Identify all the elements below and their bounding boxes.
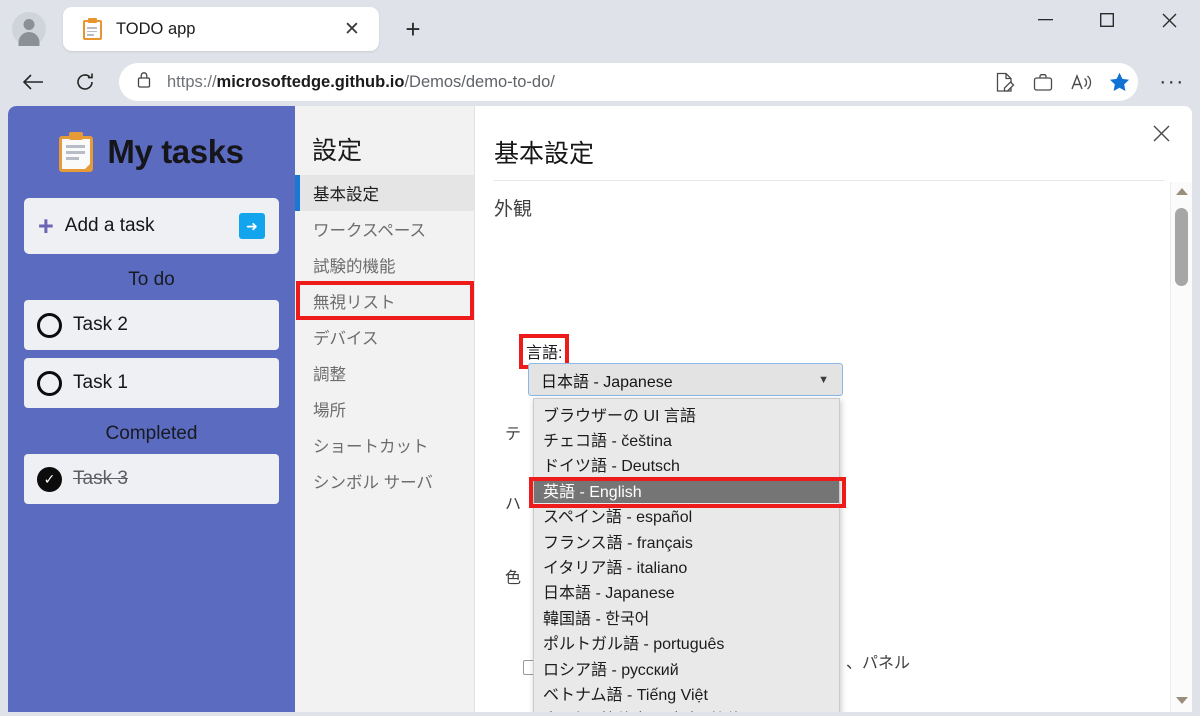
dropdown-option[interactable]: ドイツ語 - Deutsch	[534, 452, 839, 477]
todo-section-label: To do	[128, 269, 175, 290]
obscured-color-label: 色	[505, 570, 522, 587]
url-text: https://microsoftedge.github.io/Demos/de…	[167, 73, 986, 92]
sidebar-item-shortcuts[interactable]: ショートカット	[295, 427, 474, 463]
sidebar-item-throttling[interactable]: 調整	[295, 355, 474, 391]
sidebar-item-devices[interactable]: デバイス	[295, 319, 474, 355]
address-bar[interactable]: https://microsoftedge.github.io/Demos/de…	[119, 63, 1138, 101]
scroll-up-arrow-icon[interactable]	[1176, 188, 1188, 195]
task-checkbox[interactable]	[37, 312, 62, 338]
back-icon[interactable]	[14, 63, 52, 101]
maximize-icon[interactable]	[1076, 0, 1138, 40]
url-host: microsoftedge.github.io	[216, 72, 405, 91]
url-path: /Demos/demo-to-do/	[404, 72, 555, 91]
page-title: My tasks	[107, 133, 244, 170]
scrollbar-thumb[interactable]	[1175, 208, 1188, 286]
list-item[interactable]: ✓ Task 3	[24, 454, 279, 504]
more-options-icon[interactable]: ···	[1152, 63, 1192, 101]
language-select-value: 日本語 - Japanese	[541, 373, 673, 391]
dropdown-option[interactable]: ブラウザーの UI 言語	[534, 401, 839, 426]
browser-toolbar: https://microsoftedge.github.io/Demos/de…	[0, 58, 1200, 106]
language-select[interactable]: 日本語 - Japanese ▼	[528, 363, 843, 396]
lock-icon	[137, 71, 151, 93]
scroll-down-arrow-icon[interactable]	[1176, 697, 1188, 704]
browser-tab[interactable]: TODO app ✕	[63, 7, 379, 51]
browser-window: TODO app ✕ + https://microsoftedge.githu…	[0, 0, 1200, 716]
todo-header: My tasks	[8, 106, 295, 172]
add-task-label: Add a task	[64, 215, 155, 236]
clipboard-icon	[83, 18, 102, 40]
dropdown-option[interactable]: ロシア語 - русский	[534, 655, 839, 680]
reload-icon[interactable]	[66, 63, 104, 101]
window-close-icon[interactable]	[1138, 0, 1200, 40]
sidebar-item-locations[interactable]: 場所	[295, 391, 474, 427]
browser-essentials-icon[interactable]	[1024, 65, 1062, 99]
task-label: Task 1	[73, 372, 128, 393]
todo-app-panel: My tasks + Add a task ➜ To do Task 2 Tas…	[8, 106, 295, 712]
sidebar-item-symbol-server[interactable]: シンボル サーバ	[295, 463, 474, 499]
page-title: 基本設定	[494, 140, 595, 168]
dropdown-option[interactable]: 韓国語 - 한국어	[534, 604, 839, 629]
dropdown-option[interactable]: ベトナム語 - Tiếng Việt	[534, 680, 839, 705]
task-label: Task 3	[73, 468, 128, 489]
sidebar-item-basic-settings[interactable]: 基本設定	[295, 175, 474, 211]
language-dropdown-list[interactable]: ブラウザーの UI 言語 チェコ語 - čeština ドイツ語 - Deuts…	[533, 398, 840, 712]
dropdown-option[interactable]: スペイン語 - español	[534, 503, 839, 528]
favorites-star-icon[interactable]	[1100, 65, 1138, 99]
minimize-icon[interactable]	[1014, 0, 1076, 40]
todo-section-label: Completed	[105, 423, 198, 444]
sidebar-item-experiments[interactable]: 試験的機能	[295, 247, 474, 283]
obscured-panel-text: 、パネル	[846, 655, 911, 672]
obscured-theme-label: テ	[505, 426, 522, 443]
settings-close-icon[interactable]	[1146, 118, 1176, 148]
list-item[interactable]: Task 1	[24, 358, 279, 408]
dropdown-option[interactable]: ポルトガル語 - português	[534, 630, 839, 655]
settings-nav: 設定 基本設定 ワークスペース 試験的機能 無視リスト デバイス 調整 場所 シ…	[295, 106, 475, 712]
settings-nav-title: 設定	[312, 137, 363, 165]
divider	[494, 180, 1164, 181]
obscured-font-label: ハ	[505, 496, 522, 513]
dropdown-option[interactable]: フランス語 - français	[534, 528, 839, 553]
tab-strip: TODO app ✕ +	[0, 0, 1200, 58]
window-controls	[1014, 0, 1200, 58]
dropdown-option[interactable]: イタリア語 - italiano	[534, 553, 839, 578]
sidebar-item-workspace[interactable]: ワークスペース	[295, 211, 474, 247]
read-aloud-icon[interactable]	[1062, 65, 1100, 99]
dropdown-option[interactable]: チェコ語 - čeština	[534, 426, 839, 451]
appearance-section-label: 外観	[494, 199, 533, 220]
chevron-down-icon: ▼	[818, 373, 829, 386]
dropdown-option[interactable]: 日本語 - Japanese	[534, 579, 839, 604]
task-checkbox-checked[interactable]: ✓	[37, 466, 62, 492]
task-label: Task 2	[73, 314, 128, 335]
close-icon[interactable]: ✕	[337, 14, 367, 44]
clipboard-icon	[59, 132, 94, 172]
dropdown-option[interactable]: 中国語 (簡体字) - 中文 (简体)	[534, 706, 839, 712]
list-item[interactable]: Task 2	[24, 300, 279, 350]
tab-title: TODO app	[116, 19, 196, 38]
vertical-scrollbar[interactable]	[1170, 182, 1192, 712]
profile-avatar[interactable]	[12, 12, 46, 46]
submit-arrow-icon[interactable]: ➜	[239, 213, 265, 239]
new-tab-icon[interactable]: +	[397, 13, 429, 45]
task-checkbox[interactable]	[37, 370, 62, 396]
sidebar-item-ignore-list[interactable]: 無視リスト	[295, 283, 474, 319]
dropdown-option-selected[interactable]: 英語 - English	[534, 477, 839, 503]
note-edit-icon[interactable]	[986, 65, 1024, 99]
language-label: 言語:	[526, 345, 563, 362]
add-task-input[interactable]: + Add a task ➜	[24, 198, 279, 254]
url-scheme: https://	[167, 72, 217, 91]
page-viewport: My tasks + Add a task ➜ To do Task 2 Tas…	[8, 106, 1192, 712]
plus-icon: +	[38, 210, 54, 241]
